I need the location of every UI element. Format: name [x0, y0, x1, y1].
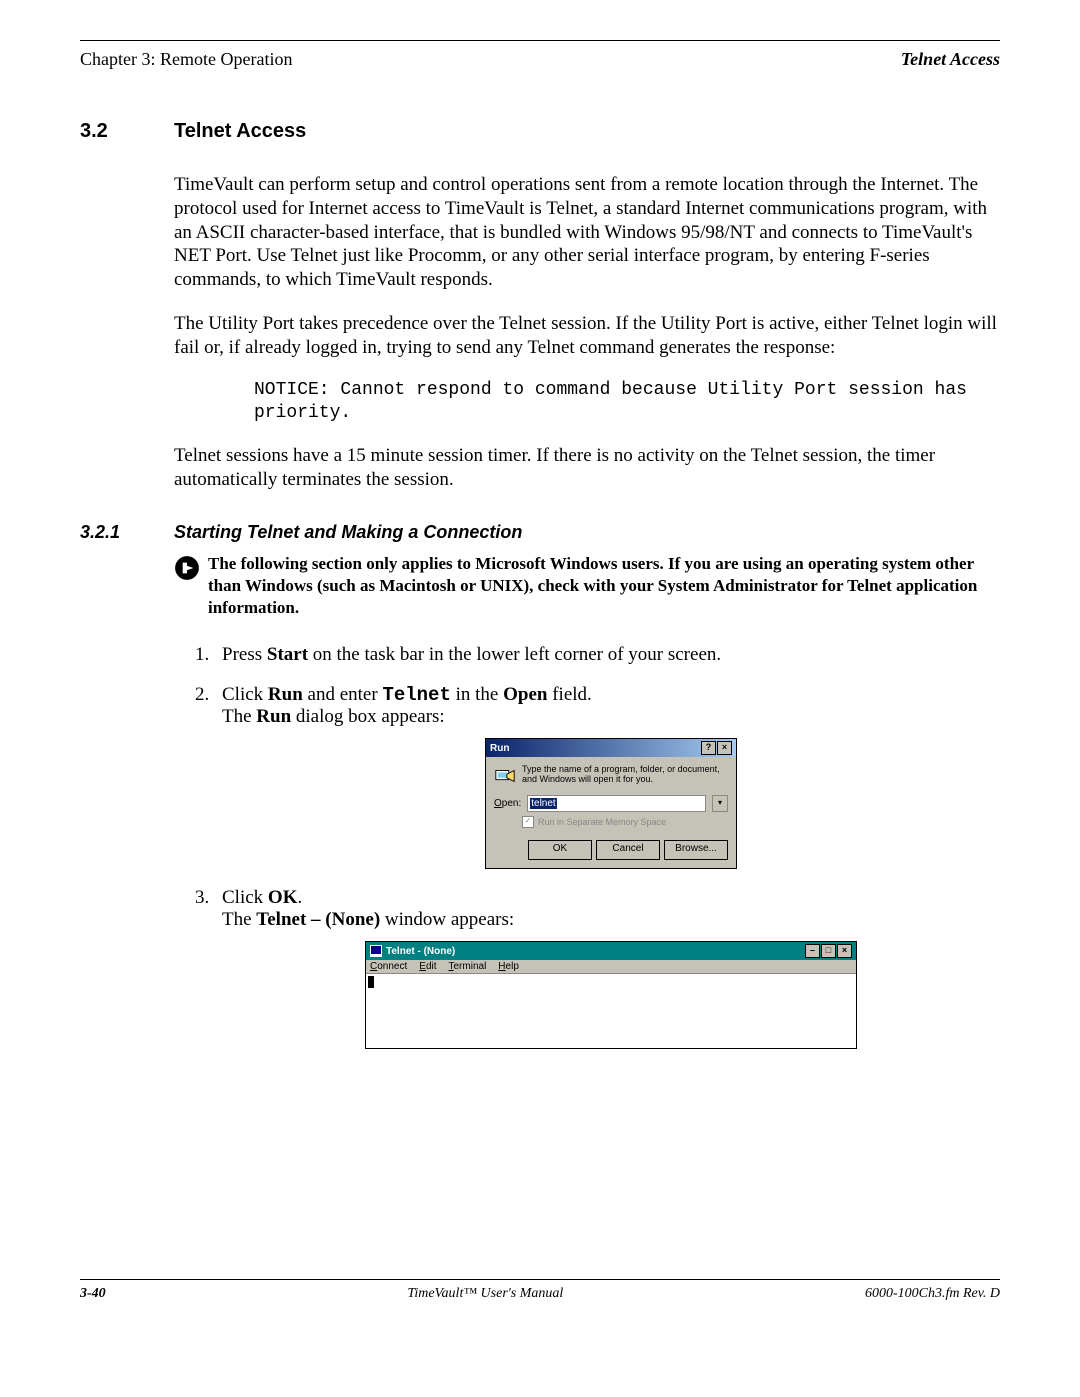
cancel-button[interactable]: Cancel	[596, 840, 660, 860]
footer-right: 6000-100Ch3.fm Rev. D	[865, 1286, 1000, 1302]
bottom-rule	[80, 1279, 1000, 1280]
browse-button[interactable]: Browse...	[664, 840, 728, 860]
section-heading: 3.2 Telnet Access	[80, 120, 1000, 143]
separate-memory-checkbox[interactable]: ✓	[522, 816, 534, 828]
telnet-app-icon	[370, 945, 382, 957]
dropdown-button[interactable]: ▾	[712, 795, 728, 812]
header-left: Chapter 3: Remote Operation	[80, 49, 292, 70]
footer-center: TimeVault™ User's Manual	[407, 1286, 563, 1302]
steps-list: Press Start on the task bar in the lower…	[174, 644, 1000, 1049]
telnet-window: Telnet - (None) – □ × Connect Edit Termi…	[365, 941, 857, 1049]
subsection-number: 3.2.1	[80, 522, 174, 543]
run-dialog-desc: Type the name of a program, folder, or d…	[522, 765, 728, 787]
arrow-right-icon	[174, 553, 208, 619]
note-row: The following section only applies to Mi…	[174, 553, 1000, 619]
run-dialog-titlebar: Run ? ×	[486, 739, 736, 757]
telnet-close-button[interactable]: ×	[837, 944, 852, 958]
note-text: The following section only applies to Mi…	[208, 553, 1000, 619]
open-label: Open:	[494, 798, 521, 809]
text-cursor-icon	[368, 976, 374, 988]
ok-button[interactable]: OK	[528, 840, 592, 860]
close-button[interactable]: ×	[717, 741, 732, 755]
telnet-titlebar: Telnet - (None) – □ ×	[366, 942, 856, 960]
menu-edit[interactable]: Edit	[419, 961, 436, 972]
subsection-title: Starting Telnet and Making a Connection	[174, 522, 522, 543]
minimize-button[interactable]: –	[805, 944, 820, 958]
menu-terminal[interactable]: Terminal	[449, 961, 487, 972]
run-dialog-title: Run	[490, 743, 509, 754]
page: Chapter 3: Remote Operation Telnet Acces…	[0, 0, 1080, 1332]
notice-block: NOTICE: Cannot respond to command becaus…	[254, 379, 1000, 424]
header-right: Telnet Access	[901, 49, 1000, 70]
section-title: Telnet Access	[174, 120, 306, 143]
menu-help[interactable]: Help	[498, 961, 519, 972]
run-icon	[494, 765, 516, 787]
step-1: Press Start on the task bar in the lower…	[214, 644, 1000, 666]
telnet-terminal-area[interactable]	[366, 974, 856, 1048]
paragraph-1: TimeVault can perform setup and control …	[174, 173, 1000, 292]
footer-page-number: 3-40	[80, 1286, 106, 1302]
help-button[interactable]: ?	[701, 741, 716, 755]
body: TimeVault can perform setup and control …	[174, 173, 1000, 492]
section-number: 3.2	[80, 120, 174, 143]
step-2: Click Run and enter Telnet in the Open f…	[214, 684, 1000, 869]
run-dialog: Run ? × Type the name of a program, fold…	[485, 738, 737, 869]
telnet-menu-bar: Connect Edit Terminal Help	[366, 960, 856, 974]
subsection-heading: 3.2.1 Starting Telnet and Making a Conne…	[80, 522, 1000, 543]
menu-connect[interactable]: Connect	[370, 961, 407, 972]
separate-memory-label: Run in Separate Memory Space	[538, 817, 666, 827]
page-footer: 3-40 TimeVault™ User's Manual 6000-100Ch…	[80, 1286, 1000, 1302]
top-rule	[80, 40, 1000, 41]
page-header: Chapter 3: Remote Operation Telnet Acces…	[80, 49, 1000, 70]
maximize-button[interactable]: □	[821, 944, 836, 958]
open-input[interactable]: telnet	[527, 795, 706, 812]
paragraph-2: The Utility Port takes precedence over t…	[174, 312, 1000, 360]
paragraph-3: Telnet sessions have a 15 minute session…	[174, 444, 1000, 492]
telnet-window-title: Telnet - (None)	[386, 946, 455, 957]
step-3: Click OK. The Telnet – (None) window app…	[214, 887, 1000, 1049]
